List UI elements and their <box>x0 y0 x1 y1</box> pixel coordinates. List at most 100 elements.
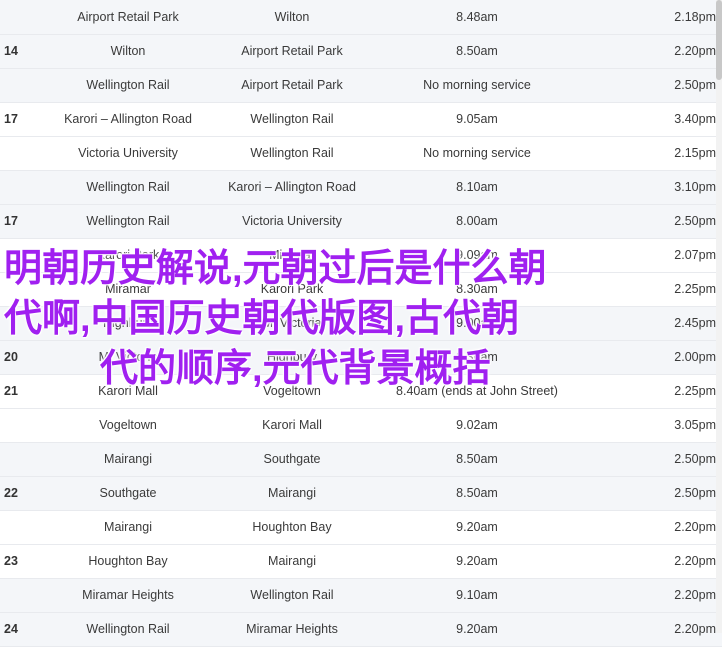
morning-time-cell: 8.48am <box>384 0 570 35</box>
route-number-cell: 22 <box>0 476 56 511</box>
morning-time-cell: 9.02am <box>384 408 570 443</box>
from-stop-cell: Vogeltown <box>56 408 200 443</box>
afternoon-time-cell: 2.50pm <box>570 442 722 477</box>
route-number-cell <box>0 510 56 545</box>
morning-time-cell: 9.00am <box>384 306 570 341</box>
morning-time-cell: 8.50am <box>384 476 570 511</box>
from-stop-cell: Miramar <box>56 272 200 307</box>
afternoon-time-cell: 2.20pm <box>570 544 722 579</box>
afternoon-time-cell: 3.10pm <box>570 170 722 205</box>
morning-time-cell: 8.30am <box>384 340 570 375</box>
route-number-cell <box>0 68 56 103</box>
table-row: Mairangi Houghton Bay 9.20am 2.20pm <box>0 510 722 545</box>
table-row: Miramar Karori Park 8.30am 2.25pm <box>0 272 722 307</box>
afternoon-time-cell: 2.20pm <box>570 34 722 69</box>
table-row: 20 Mt Victoria Highbury 8.30am 2.00pm <box>0 340 722 375</box>
bus-timetable: Airport Retail Park Wilton 8.48am 2.18pm 14 W… <box>0 0 722 647</box>
route-number-cell <box>0 272 56 307</box>
to-stop-cell: Karori Mall <box>200 408 384 443</box>
from-stop-cell: Mairangi <box>56 510 200 545</box>
route-number-cell <box>0 0 56 35</box>
route-number-cell: 17 <box>0 102 56 137</box>
from-stop-cell: Airport Retail Park <box>56 0 200 35</box>
afternoon-time-cell: 2.18pm <box>570 0 722 35</box>
to-stop-cell: Airport Retail Park <box>200 68 384 103</box>
from-stop-cell: Victoria University <box>56 136 200 171</box>
route-number-cell: 21 <box>0 374 56 409</box>
route-number-cell: 14 <box>0 34 56 69</box>
route-number-cell <box>0 238 56 273</box>
table-row: 22 Southgate Mairangi 8.50am 2.50pm <box>0 476 722 511</box>
table-row: Highbury Mt Victoria 9.00am 2.45pm <box>0 306 722 341</box>
afternoon-time-cell: 2.20pm <box>570 612 722 647</box>
morning-time-cell: No morning service <box>384 68 570 103</box>
to-stop-cell: Mt Victoria <box>200 306 384 341</box>
route-number-cell <box>0 306 56 341</box>
afternoon-time-cell: 2.00pm <box>570 340 722 375</box>
from-stop-cell: Karori Park <box>56 238 200 273</box>
scrollbar-thumb[interactable] <box>716 0 722 80</box>
table-row: Vogeltown Karori Mall 9.02am 3.05pm <box>0 408 722 443</box>
to-stop-cell: Karori Park <box>200 272 384 307</box>
from-stop-cell: Wellington Rail <box>56 170 200 205</box>
morning-time-cell: 9.20am <box>384 612 570 647</box>
afternoon-time-cell: 2.07pm <box>570 238 722 273</box>
from-stop-cell: Mt Victoria <box>56 340 200 375</box>
afternoon-time-cell: 2.25pm <box>570 374 722 409</box>
from-stop-cell: Highbury <box>56 306 200 341</box>
table-row: 24 Wellington Rail Miramar Heights 9.20am 2.… <box>0 612 722 647</box>
to-stop-cell: Miramar <box>200 238 384 273</box>
morning-time-cell: 9.05am <box>384 102 570 137</box>
from-stop-cell: Mairangi <box>56 442 200 477</box>
afternoon-time-cell: 3.40pm <box>570 102 722 137</box>
to-stop-cell: Victoria University <box>200 204 384 239</box>
from-stop-cell: Wellington Rail <box>56 68 200 103</box>
afternoon-time-cell: 2.15pm <box>570 136 722 171</box>
to-stop-cell: Mairangi <box>200 476 384 511</box>
afternoon-time-cell: 2.50pm <box>570 204 722 239</box>
table-row: Mairangi Southgate 8.50am 2.50pm <box>0 442 722 477</box>
from-stop-cell: Southgate <box>56 476 200 511</box>
route-number-cell <box>0 136 56 171</box>
morning-time-cell: 8.00am <box>384 204 570 239</box>
afternoon-time-cell: 2.50pm <box>570 68 722 103</box>
table-row: Airport Retail Park Wilton 8.48am 2.18pm <box>0 0 722 35</box>
from-stop-cell: Karori Mall <box>56 374 200 409</box>
to-stop-cell: Wellington Rail <box>200 578 384 613</box>
table-row: Victoria University Wellington Rail No mor… <box>0 136 722 171</box>
afternoon-time-cell: 2.25pm <box>570 272 722 307</box>
morning-time-cell: 8.50am <box>384 442 570 477</box>
table-row: 17 Karori – Allington Road Wellington Rail… <box>0 102 722 137</box>
morning-time-cell: 9.20am <box>384 510 570 545</box>
to-stop-cell: Karori – Allington Road <box>200 170 384 205</box>
vertical-scrollbar[interactable] <box>716 0 722 633</box>
table-row: 21 Karori Mall Vogeltown 8.40am (ends at Jo… <box>0 374 722 409</box>
to-stop-cell: Airport Retail Park <box>200 34 384 69</box>
to-stop-cell: Highbury <box>200 340 384 375</box>
from-stop-cell: Houghton Bay <box>56 544 200 579</box>
morning-time-cell: No morning service <box>384 136 570 171</box>
route-number-cell <box>0 578 56 613</box>
morning-time-cell: 9.20am <box>384 544 570 579</box>
from-stop-cell: Wellington Rail <box>56 204 200 239</box>
from-stop-cell: Wellington Rail <box>56 612 200 647</box>
afternoon-time-cell: 2.20pm <box>570 578 722 613</box>
to-stop-cell: Mairangi <box>200 544 384 579</box>
table-row: Wellington Rail Airport Retail Park No mor… <box>0 68 722 103</box>
to-stop-cell: Wellington Rail <box>200 102 384 137</box>
morning-time-cell: 9.10am <box>384 578 570 613</box>
morning-time-cell: 8.10am <box>384 170 570 205</box>
route-number-cell: 24 <box>0 612 56 647</box>
from-stop-cell: Miramar Heights <box>56 578 200 613</box>
afternoon-time-cell: 2.20pm <box>570 510 722 545</box>
route-number-cell <box>0 170 56 205</box>
timetable-body: Airport Retail Park Wilton 8.48am 2.18pm 14 W… <box>0 0 722 647</box>
route-number-cell: 23 <box>0 544 56 579</box>
to-stop-cell: Wellington Rail <box>200 136 384 171</box>
afternoon-time-cell: 2.50pm <box>570 476 722 511</box>
afternoon-time-cell: 3.05pm <box>570 408 722 443</box>
morning-time-cell: 8.40am (ends at John Street) <box>384 374 570 409</box>
route-number-cell <box>0 408 56 443</box>
morning-time-cell: 8.30am <box>384 272 570 307</box>
to-stop-cell: Southgate <box>200 442 384 477</box>
